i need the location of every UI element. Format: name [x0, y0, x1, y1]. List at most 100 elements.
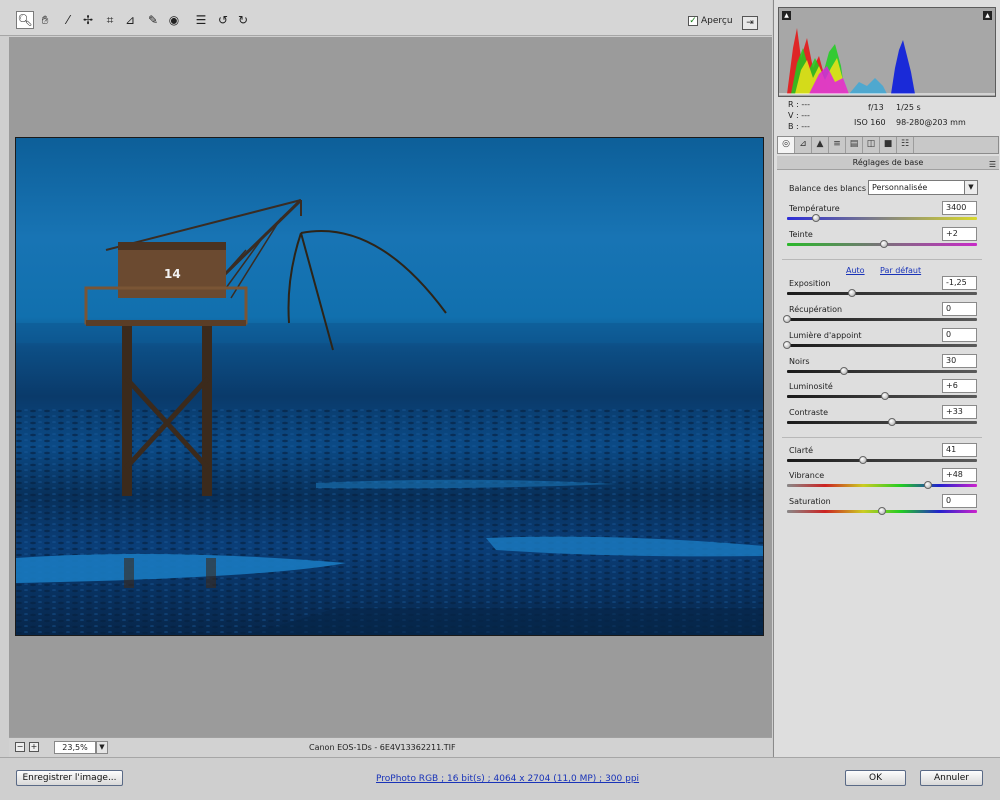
clarte-slider-track[interactable] — [787, 459, 977, 462]
lumiere-value-field[interactable]: 0 — [942, 328, 977, 342]
noirs-slider-track[interactable] — [787, 370, 977, 373]
noirs-slider-thumb[interactable] — [840, 367, 848, 375]
luminosite-slider-thumb[interactable] — [880, 392, 889, 400]
exif-aperture: f/13 — [868, 103, 884, 112]
straighten-tool-icon[interactable]: ⊿ — [121, 11, 139, 29]
panel-menu-icon[interactable]: ☰ — [989, 158, 996, 171]
clarte-label: Clarté — [789, 446, 814, 455]
readout-v: V : --- — [788, 111, 810, 120]
contraste-slider-track[interactable] — [787, 421, 977, 424]
basic-tab-icon[interactable]: ◎ — [778, 137, 795, 153]
fullscreen-icon[interactable]: ⇥ — [742, 16, 758, 30]
recuperation-slider-track[interactable] — [787, 318, 977, 321]
zoom-dropdown-icon[interactable]: ▼ — [96, 741, 108, 754]
readout-b: B : --- — [788, 122, 810, 131]
contraste-value-field[interactable]: +33 — [942, 405, 977, 419]
workflow-options-link[interactable]: ProPhoto RGB ; 16 bit(s) ; 4064 x 2704 (… — [376, 774, 639, 784]
camera-info: Canon EOS-1Ds - 6E4V13362211.TIF — [309, 743, 456, 752]
exposition-label: Exposition — [789, 279, 831, 288]
presets-tab-icon[interactable]: ☷ — [897, 137, 914, 153]
lumiere-label: Lumière d'appoint — [789, 331, 862, 340]
wb-label: Balance des blancs : — [789, 184, 872, 193]
recuperation-slider-thumb[interactable] — [783, 315, 791, 323]
rotate-right-icon[interactable]: ↻ — [234, 11, 252, 29]
clarte-slider-thumb[interactable] — [859, 456, 867, 464]
pixel-readout: R : --- V : --- B : --- f/13 1/25 s ISO … — [778, 98, 996, 134]
contraste-slider-thumb[interactable] — [887, 418, 896, 426]
histogram-graph — [779, 28, 995, 95]
recuperation-label: Récupération — [789, 305, 843, 314]
lens-tab-icon[interactable]: ◫ — [863, 137, 880, 153]
svg-text:14: 14 — [164, 267, 181, 281]
spot-removal-tool-icon[interactable]: ✎ — [144, 11, 162, 29]
teinte-value-field[interactable]: +2 — [942, 227, 977, 241]
readout-r: R : --- — [788, 100, 810, 109]
saturation-value-field[interactable]: 0 — [942, 494, 977, 508]
lumiere-slider-thumb[interactable] — [783, 341, 791, 349]
white-balance-select[interactable]: Personnalisée ▼ — [868, 180, 978, 195]
apercu-label: Aperçu — [701, 16, 733, 26]
panel-tabs: ◎ ⊿ ▲ ≡ ▤ ◫ ■ ☷ — [777, 136, 999, 154]
ok-button[interactable]: OK — [845, 770, 906, 786]
exif-lens: 98-280@203 mm — [896, 118, 966, 127]
photo-preview[interactable]: 14 — [15, 137, 764, 636]
zoom-bar: − + 23,5% ▼ Canon EOS-1Ds - 6E4V13362211… — [9, 737, 772, 757]
preferences-icon[interactable]: ☰ — [192, 11, 210, 29]
vibrance-slider-track[interactable] — [787, 484, 977, 487]
exposition-slider-thumb[interactable] — [847, 289, 856, 297]
luminosite-label: Luminosité — [789, 382, 833, 391]
divider-wb — [782, 259, 982, 260]
wb-dropdown-icon[interactable]: ▼ — [964, 181, 977, 194]
exif-shutter: 1/25 s — [896, 103, 921, 112]
hsl-tab-icon[interactable]: ≡ — [829, 137, 846, 153]
zoom-tool-icon[interactable]: 🔍︎ — [16, 11, 34, 29]
divider-tone — [782, 437, 982, 438]
lumiere-slider-track[interactable] — [787, 344, 977, 347]
clarte-value-field[interactable]: 41 — [942, 443, 977, 457]
recuperation-value-field[interactable]: 0 — [942, 302, 977, 316]
saturation-slider-thumb[interactable] — [878, 507, 886, 515]
temperature-slider-thumb[interactable] — [811, 214, 820, 222]
vibrance-slider-thumb[interactable] — [923, 481, 932, 489]
histogram: ▲ ▲ — [778, 7, 996, 97]
zoom-level-field[interactable]: 23,5% — [54, 741, 96, 754]
temperature-label: Température — [789, 204, 840, 213]
panel-title-text: Réglages de base — [852, 158, 924, 167]
exposition-value-field[interactable]: -1,25 — [942, 276, 977, 290]
vibrance-value-field[interactable]: +48 — [942, 468, 977, 482]
red-eye-tool-icon[interactable]: ◉ — [165, 11, 183, 29]
camera-calibration-tab-icon[interactable]: ■ — [880, 137, 897, 153]
apercu-toggle[interactable]: ✓ Aperçu — [688, 16, 733, 26]
teinte-slider-thumb[interactable] — [879, 240, 888, 248]
zoom-out-button[interactable]: − — [15, 742, 25, 752]
vibrance-label: Vibrance — [789, 471, 825, 480]
auto-link[interactable]: Auto — [846, 266, 865, 275]
toolbar: 🔍︎ ✋︎ ⁄ ✢ ⌗ ⊿ ✎ ◉ ☰ ↺ ↻ ✓ Aperçu ⇥ — [0, 0, 772, 36]
photo-scene: 14 — [16, 198, 763, 635]
white-balance-tool-icon[interactable]: ⁄ — [59, 11, 77, 29]
detail-tab-icon[interactable]: ▲ — [812, 137, 829, 153]
apercu-checkbox[interactable]: ✓ — [688, 16, 698, 26]
crop-tool-icon[interactable]: ⌗ — [101, 11, 119, 29]
save-image-button[interactable]: Enregistrer l'image... — [16, 770, 123, 786]
default-link[interactable]: Par défaut — [880, 266, 921, 275]
saturation-label: Saturation — [789, 497, 831, 506]
noirs-value-field[interactable]: 30 — [942, 354, 977, 368]
temperature-value-field[interactable]: 3400 — [942, 201, 977, 215]
color-sampler-tool-icon[interactable]: ✢ — [79, 11, 97, 29]
footer: Enregistrer l'image... ProPhoto RGB ; 16… — [0, 757, 1000, 800]
panel-title: Réglages de base ☰ — [777, 156, 999, 170]
split-toning-tab-icon[interactable]: ▤ — [846, 137, 863, 153]
cancel-button[interactable]: Annuler — [920, 770, 983, 786]
exif-iso: ISO 160 — [854, 118, 886, 127]
shadow-clipping-warning-icon[interactable]: ▲ — [782, 11, 791, 20]
hand-tool-icon[interactable]: ✋︎ — [36, 11, 54, 29]
exposition-slider-track[interactable] — [787, 292, 977, 295]
highlight-clipping-warning-icon[interactable]: ▲ — [983, 11, 992, 20]
luminosite-value-field[interactable]: +6 — [942, 379, 977, 393]
teinte-label: Teinte — [789, 230, 813, 239]
tone-curve-tab-icon[interactable]: ⊿ — [795, 137, 812, 153]
zoom-in-button[interactable]: + — [29, 742, 39, 752]
rotate-left-icon[interactable]: ↺ — [214, 11, 232, 29]
contraste-label: Contraste — [789, 408, 829, 417]
